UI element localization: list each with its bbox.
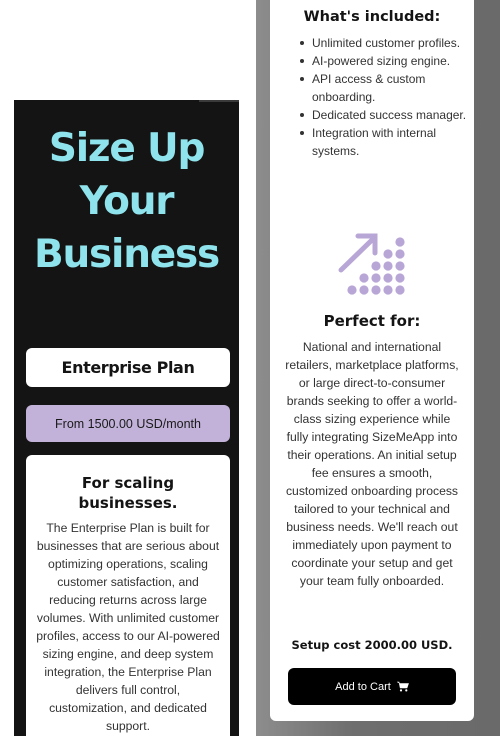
list-item: Dedicated success manager. <box>296 106 468 124</box>
add-to-cart-button[interactable]: Add to Cart <box>288 668 456 705</box>
hero-title-line: Your <box>79 179 175 224</box>
hero-panel: Size Up Your Business Enterprise Plan Fr… <box>14 100 239 736</box>
plan-price: From 1500.00 USD/month <box>26 405 230 442</box>
growth-dots-icon <box>338 233 405 295</box>
hero-title-line: Size Up <box>48 126 206 171</box>
plan-description-text: The Enterprise Plan is built for busines… <box>36 521 220 733</box>
list-item: Unlimited customer profiles. <box>296 34 468 52</box>
plan-details-card: What's included: Unlimited customer prof… <box>270 0 474 721</box>
cart-icon <box>396 681 409 692</box>
plan-name: Enterprise Plan <box>26 348 230 387</box>
hero-title-line: Business <box>33 232 220 277</box>
perfect-for-heading: Perfect for: <box>323 312 421 330</box>
included-heading: What's included: <box>303 9 441 25</box>
included-list: Unlimited customer profiles. AI-powered … <box>296 34 468 160</box>
divider <box>199 100 239 102</box>
plan-description-heading: For scaling businesses. <box>78 474 178 512</box>
setup-cost: Setup cost 2000.00 USD. <box>291 638 453 652</box>
list-item: Integration with internal systems. <box>296 124 468 160</box>
list-item: AI-powered sizing engine. <box>296 52 468 70</box>
perfect-for-text: National and international retailers, ma… <box>285 340 459 588</box>
plan-description-card: For scaling businesses. The Enterprise P… <box>26 455 230 736</box>
add-to-cart-label: Add to Cart <box>335 680 391 693</box>
list-item: API access & custom onboarding. <box>296 70 468 106</box>
hero-title: Size Up Your Business <box>14 122 239 281</box>
